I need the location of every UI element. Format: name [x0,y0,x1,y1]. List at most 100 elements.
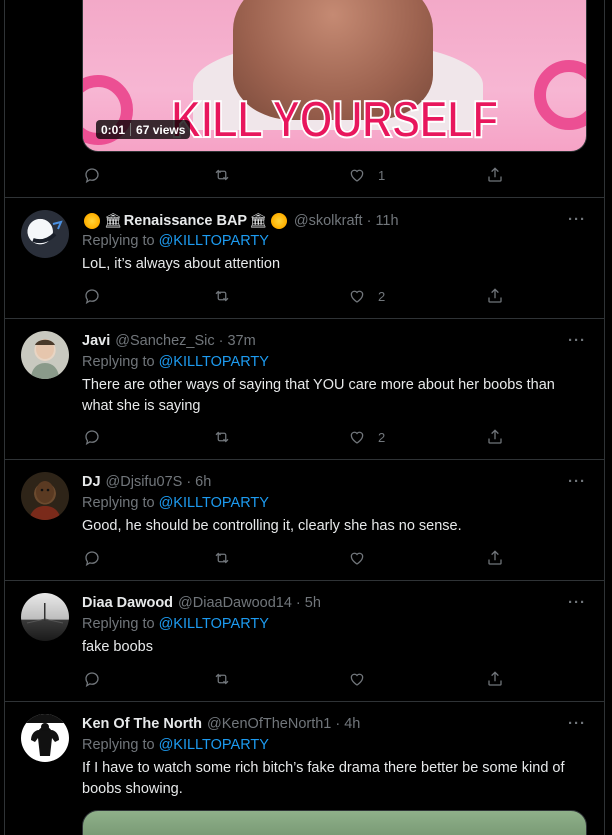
reply-button[interactable] [83,427,213,447]
avatar[interactable] [21,593,69,641]
reply-icon [85,672,99,688]
like-icon [350,290,364,303]
timestamp[interactable]: 37m [227,333,255,349]
retweet-icon [215,290,229,302]
mention-link[interactable]: @KILLTOPARTY [159,495,269,511]
retweet-button[interactable] [213,427,348,447]
display-name[interactable]: DJ [82,474,101,490]
separator-dot: · [335,716,341,732]
display-name[interactable]: Renaissance BAP [124,213,247,229]
replying-prefix: Replying to [82,495,155,511]
like-button[interactable] [348,669,486,689]
timestamp[interactable]: 5h [305,595,321,611]
retweet-button[interactable] [213,669,348,689]
more-icon[interactable]: ··· [568,211,586,228]
reply-icon [85,289,99,305]
retweet-button[interactable] [213,165,348,185]
tweet-actions [83,669,513,689]
video-time: 0:01 [101,122,126,137]
mention-link[interactable]: @KILLTOPARTY [159,354,269,370]
more-icon[interactable]: ··· [568,715,586,732]
handle[interactable]: @DiaaDawood14 [178,595,292,611]
video-info-badge: 0:01 67 views [96,120,191,139]
like-button[interactable]: 1 [348,165,486,185]
like-button[interactable] [348,548,486,568]
share-button[interactable] [486,286,504,306]
reply-tweet[interactable]: DJ @Djsifu07S · 6h ··· Replying to @KILL… [5,459,604,580]
display-name[interactable]: Diaa Dawood [82,595,173,611]
timeline: KILL YOURSELF 0:01 67 views 1 🏛 Renaissa… [4,0,605,835]
avatar[interactable] [21,472,69,520]
share-icon [488,288,502,303]
reply-text: There are other ways of saying that YOU … [82,377,555,414]
avatar[interactable] [21,210,69,258]
replying-to: Replying to @KILLTOPARTY [82,233,269,249]
more-icon[interactable]: ··· [568,594,586,611]
handle[interactable]: @KenOfTheNorth1 [207,716,331,732]
handle[interactable]: @skolkraft [294,213,363,229]
retweet-icon [215,169,229,181]
reply-tweet[interactable]: Diaa Dawood @DiaaDawood14 · 5h ··· Reply… [5,580,604,701]
landscape-avatar-icon [26,603,64,624]
replying-to: Replying to @KILLTOPARTY [82,354,269,370]
mention-link[interactable]: @KILLTOPARTY [159,233,269,249]
more-icon[interactable]: ··· [568,332,586,349]
like-icon [350,431,364,444]
timestamp[interactable]: 4h [344,716,360,732]
reply-text: LoL, it’s always about attention [82,256,281,272]
reply-icon [85,168,99,184]
separator-dot: · [218,333,224,349]
classical-building-emoji: 🏛 [104,212,122,228]
dog-avatar-icon [29,481,61,520]
share-button[interactable] [486,427,504,447]
like-button[interactable]: 2 [348,427,486,447]
video-caption: KILL YOURSELF [170,91,499,149]
replying-prefix: Replying to [82,737,155,753]
replying-prefix: Replying to [82,233,155,249]
tweet-actions: 2 [83,286,513,306]
timestamp[interactable]: 6h [195,474,211,490]
separator-dot: · [186,474,192,490]
share-button[interactable] [486,548,504,568]
sun-emoji [84,212,100,229]
display-name[interactable]: Javi [82,333,110,349]
display-name[interactable]: Ken Of The North [82,716,202,732]
replying-prefix: Replying to [82,616,155,632]
separator-dot: · [366,212,372,229]
share-button[interactable] [486,165,504,185]
share-icon [488,671,502,686]
retweet-icon [215,673,229,685]
share-button[interactable] [486,669,504,689]
reply-tweet[interactable]: Javi @Sanchez_Sic · 37m ··· Replying to … [5,318,604,459]
reply-button[interactable] [83,669,213,689]
handle[interactable]: @Djsifu07S [106,474,183,490]
avatar[interactable] [21,331,69,379]
mention-link[interactable]: @KILLTOPARTY [159,616,269,632]
retweet-button[interactable] [213,286,348,306]
reply-button[interactable] [83,548,213,568]
reply-button[interactable] [83,165,213,185]
like-icon [350,169,364,182]
timestamp[interactable]: 11h [375,213,398,229]
more-icon[interactable]: ··· [568,473,586,490]
logo-avatar-icon [32,220,63,244]
like-count: 2 [378,429,386,445]
retweet-button[interactable] [213,548,348,568]
retweet-icon [215,552,229,564]
like-button[interactable]: 2 [348,286,486,306]
avatar[interactable] [21,714,69,762]
share-icon [488,429,502,444]
reply-header: DJ @Djsifu07S · 6h [82,474,211,490]
reply-icon [85,551,99,567]
reply-button[interactable] [83,286,213,306]
mention-link[interactable]: @KILLTOPARTY [159,737,269,753]
replying-to: Replying to @KILLTOPARTY [82,737,269,753]
reply-tweet[interactable]: 🏛 Renaissance BAP 🏛 @skolkraft · 11h ···… [5,197,604,318]
reply-text: Good, he should be controlling it, clear… [82,518,462,534]
handle[interactable]: @Sanchez_Sic [115,333,214,349]
person-avatar-icon [31,339,59,379]
tweet-image[interactable] [82,810,587,835]
tweet-actions: 1 [83,165,513,185]
video-views: 67 views [136,122,186,137]
reply-header: Javi @Sanchez_Sic · 37m [82,333,256,349]
